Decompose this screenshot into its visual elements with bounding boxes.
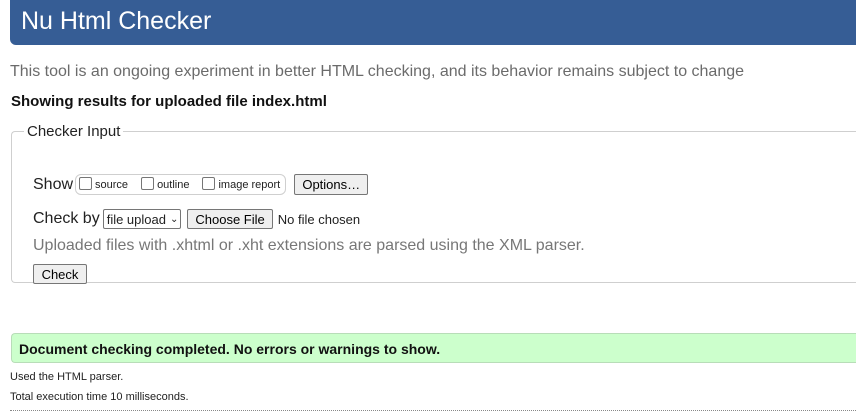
checker-input-legend: Checker Input — [27, 123, 121, 140]
parser-info: Used the HTML parser. — [10, 371, 124, 383]
check-by-selected-value: file upload — [106, 211, 166, 227]
options-button[interactable]: Options… — [294, 174, 369, 195]
app-title: Nu Html Checker — [21, 7, 212, 35]
source-checkbox[interactable] — [79, 177, 93, 190]
show-label: Show — [33, 175, 74, 193]
show-options-group: source outline image report — [75, 174, 287, 195]
check-by-select[interactable]: file upload ⌄ — [102, 209, 182, 229]
page: Nu Html Checker This tool is an ongoing … — [0, 0, 856, 419]
image-report-checkbox[interactable] — [202, 177, 216, 190]
chevron-down-icon: ⌄ — [169, 213, 179, 225]
results-heading: Showing results for uploaded file index.… — [11, 93, 327, 110]
tagline: This tool is an ongoing experiment in be… — [10, 63, 745, 80]
image-report-checkbox-label[interactable]: image report — [218, 179, 280, 191]
no-file-chosen-text: No file chosen — [277, 211, 361, 227]
source-checkbox-label[interactable]: source — [95, 179, 128, 191]
header-bar: Nu Html Checker — [10, 0, 856, 45]
check-by-row: Check by file upload ⌄ Choose File No fi… — [33, 209, 360, 229]
check-by-label: Check by — [33, 210, 100, 227]
divider — [10, 410, 856, 411]
success-message: Document checking completed. No errors o… — [19, 341, 441, 357]
checker-input-fieldset: Checker Input Show source outline image … — [11, 123, 856, 284]
success-message-box: Document checking completed. No errors o… — [11, 333, 856, 363]
xml-parser-hint: Uploaded files with .xhtml or .xht exten… — [33, 237, 585, 254]
outline-checkbox-label[interactable]: outline — [157, 179, 189, 191]
outline-checkbox[interactable] — [141, 177, 155, 190]
check-button[interactable]: Check — [33, 264, 87, 284]
show-row: Show source outline image report Options… — [33, 174, 369, 195]
choose-file-button[interactable]: Choose File — [187, 209, 273, 229]
execution-time: Total execution time 10 milliseconds. — [10, 391, 189, 403]
